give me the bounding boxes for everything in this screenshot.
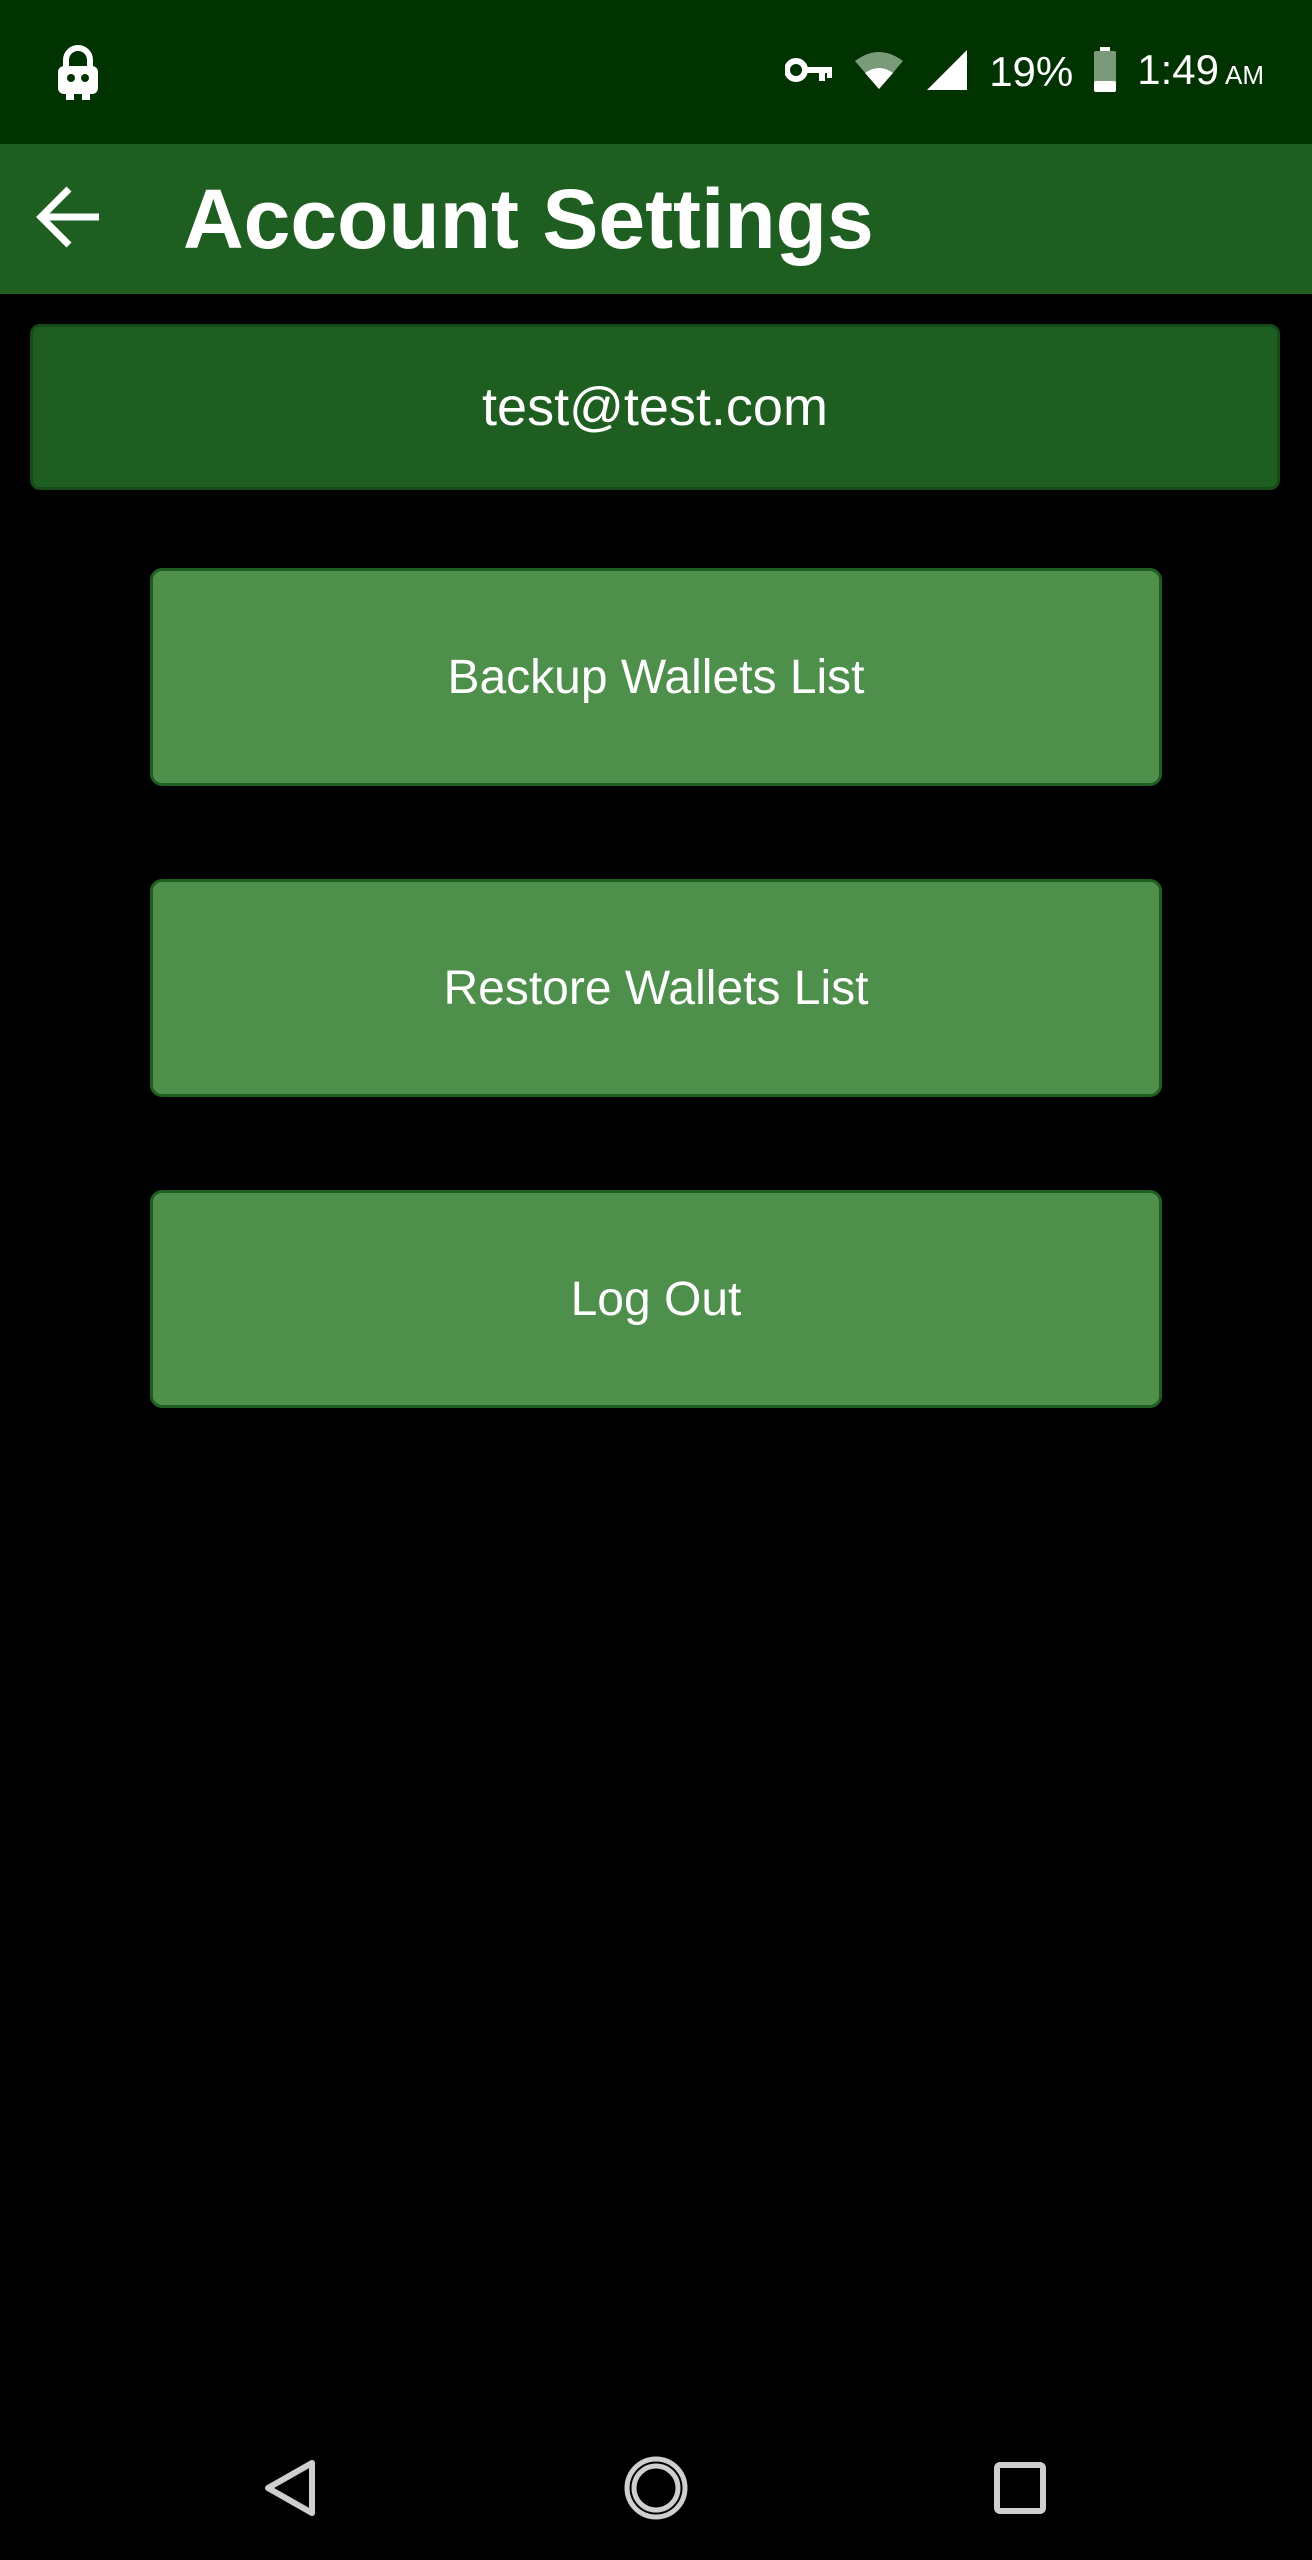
triangle-back-icon [262, 2458, 318, 2523]
restore-wallets-button[interactable]: Restore Wallets List [150, 879, 1162, 1097]
status-bar: 19% 1:49 AM [0, 0, 1312, 144]
cell-signal-icon [925, 48, 969, 97]
app-bar: Account Settings [0, 144, 1312, 294]
battery-percent: 19% [989, 48, 1074, 95]
account-email: test@test.com [482, 377, 828, 437]
clock-ampm: AM [1225, 59, 1264, 90]
backup-wallets-label: Backup Wallets List [447, 650, 865, 704]
status-icons: 19% 1:49 AM [784, 38, 1264, 107]
square-recents-icon [993, 2461, 1047, 2520]
key-icon [784, 55, 833, 90]
back-button[interactable] [24, 174, 114, 264]
page-title: Account Settings [183, 172, 874, 266]
vpn-lock-icon [56, 44, 100, 100]
system-nav-bar [0, 2420, 1312, 2560]
log-out-button[interactable]: Log Out [150, 1190, 1162, 1408]
nav-home-button[interactable] [606, 2440, 706, 2540]
log-out-label: Log Out [570, 1272, 742, 1326]
nav-recents-button[interactable] [970, 2440, 1070, 2540]
restore-wallets-label: Restore Wallets List [443, 961, 869, 1015]
status-clock: 1:49 AM [1137, 38, 1264, 107]
account-settings-screen: 19% 1:49 AM Account Settings test@test.c… [0, 0, 1312, 2560]
account-email-field: test@test.com [30, 324, 1280, 490]
backup-wallets-button[interactable]: Backup Wallets List [150, 568, 1162, 786]
battery-icon [1093, 46, 1117, 98]
clock-time: 1:49 [1137, 45, 1219, 93]
wifi-icon [853, 49, 905, 96]
nav-back-button[interactable] [240, 2440, 340, 2540]
arrow-left-icon [35, 185, 103, 254]
circle-home-icon [623, 2455, 689, 2526]
